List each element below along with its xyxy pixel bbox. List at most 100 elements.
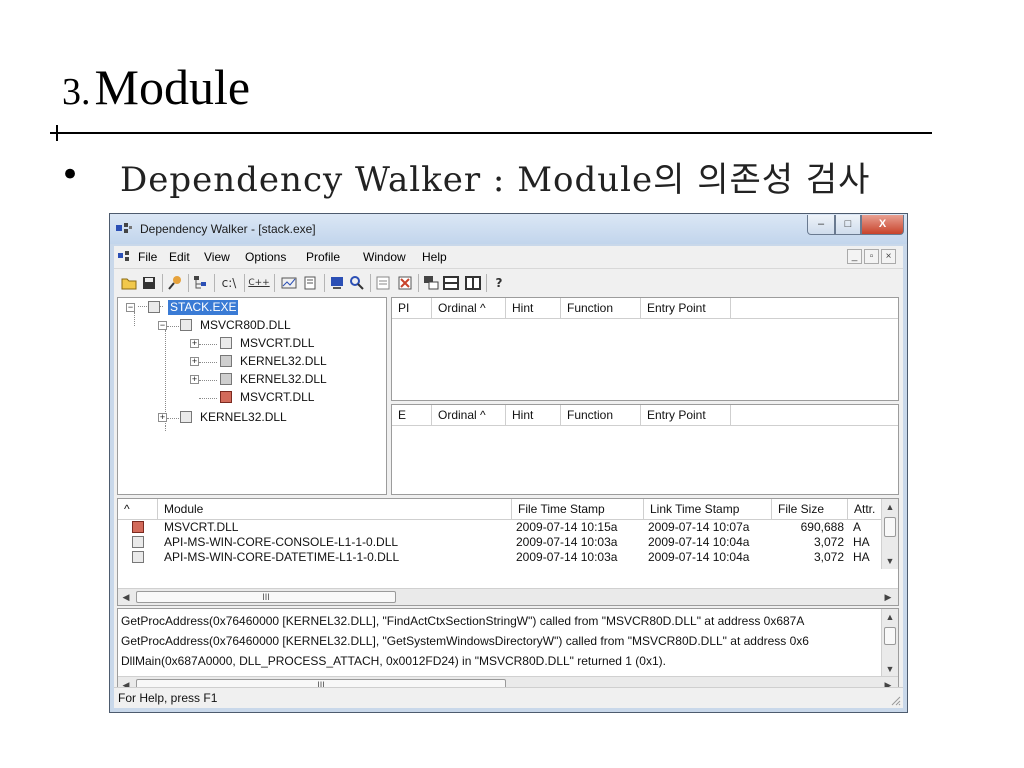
mdi-restore-button[interactable]: ▫: [864, 249, 879, 264]
table-row[interactable]: API-MS-WIN-CORE-DATETIME-L1-1-0.DLL 2009…: [118, 550, 883, 565]
toolbar-separator: [244, 274, 245, 292]
imports-pane[interactable]: PI Ordinal ^ Hint Function Entry Point: [391, 297, 899, 401]
highlight-icon[interactable]: [396, 274, 414, 292]
expand-icon[interactable]: +: [190, 357, 199, 366]
log-line: GetProcAddress(0x76460000 [KERNEL32.DLL]…: [121, 614, 805, 628]
maximize-button[interactable]: □: [835, 215, 861, 235]
menu-view[interactable]: View: [204, 250, 230, 264]
split-v-icon[interactable]: [464, 274, 482, 292]
exports-pane[interactable]: E Ordinal ^ Hint Function Entry Point: [391, 404, 899, 495]
document-icon[interactable]: [118, 251, 132, 263]
col-entry-point[interactable]: Entry Point: [641, 298, 731, 318]
col-attr[interactable]: Attr.: [848, 499, 883, 519]
toolbar-separator: [162, 274, 163, 292]
path-icon[interactable]: c:\: [218, 274, 240, 292]
collapse-icon[interactable]: −: [126, 303, 135, 312]
col-hint[interactable]: Hint: [506, 405, 561, 425]
save-icon[interactable]: [140, 274, 158, 292]
module-list-vscroll[interactable]: ▲ ▼: [881, 499, 898, 569]
file-time-stamp: 2009-07-14 10:03a: [516, 550, 618, 564]
col-function[interactable]: Function: [561, 298, 641, 318]
menu-bar: File Edit View Options Profile Window He…: [114, 246, 903, 268]
title-rule: [50, 132, 932, 134]
scroll-down-icon[interactable]: ▼: [882, 553, 898, 569]
toolbar-separator: [214, 274, 215, 292]
cpp-icon[interactable]: C++: [248, 274, 270, 292]
scroll-up-icon[interactable]: ▲: [882, 499, 898, 515]
scroll-right-icon[interactable]: ▶: [880, 589, 896, 605]
dependency-walker-window: Dependency Walker - [stack.exe] – □ X Fi…: [109, 213, 908, 713]
tree-item-label: KERNEL32.DLL: [200, 410, 287, 424]
module-list[interactable]: ^ Module File Time Stamp Link Time Stamp…: [117, 498, 899, 606]
warning-module-icon: [132, 521, 144, 533]
scroll-left-icon[interactable]: ◀: [118, 589, 134, 605]
expand-icon[interactable]: +: [158, 413, 167, 422]
col-module[interactable]: Module: [158, 499, 512, 519]
table-row[interactable]: API-MS-WIN-CORE-CONSOLE-L1-1-0.DLL 2009-…: [118, 535, 883, 550]
minimize-button[interactable]: –: [807, 215, 835, 235]
tree-item-label: KERNEL32.DLL: [240, 372, 327, 386]
link-time-stamp: 2009-07-14 10:04a: [648, 535, 750, 549]
module-icon[interactable]: [328, 274, 346, 292]
col-function[interactable]: Function: [561, 405, 641, 425]
col-file-size[interactable]: File Size: [772, 499, 848, 519]
module-list-hscroll[interactable]: ◀ III ▶: [118, 588, 898, 605]
tree-icon[interactable]: [192, 274, 210, 292]
mdi-close-button[interactable]: ×: [881, 249, 896, 264]
table-row[interactable]: MSVCRT.DLL 2009-07-14 10:15a 2009-07-14 …: [118, 520, 883, 535]
tree-item-label: MSVCRT.DLL: [240, 336, 315, 350]
col-pi[interactable]: PI: [392, 298, 432, 318]
menu-file[interactable]: File: [138, 250, 157, 264]
scroll-up-icon[interactable]: ▲: [882, 609, 898, 625]
close-button[interactable]: X: [861, 215, 904, 235]
col-ordinal[interactable]: Ordinal ^: [432, 298, 506, 318]
col-ordinal[interactable]: Ordinal ^: [432, 405, 506, 425]
mdi-minimize-button[interactable]: _: [847, 249, 862, 264]
log-vscroll[interactable]: ▲ ▼: [881, 609, 898, 677]
menu-profile[interactable]: Profile: [306, 250, 340, 264]
tree-item-label: STACK.EXE: [168, 300, 239, 315]
expand-icon[interactable]: +: [190, 339, 199, 348]
attributes: HA: [853, 535, 870, 549]
col-sort[interactable]: ^: [118, 499, 158, 519]
tile-icon[interactable]: [422, 274, 440, 292]
col-e[interactable]: E: [392, 405, 432, 425]
list-icon[interactable]: [374, 274, 392, 292]
menu-window[interactable]: Window: [363, 250, 406, 264]
expand-icon[interactable]: +: [190, 375, 199, 384]
bullet-dot: •: [60, 155, 81, 195]
col-entry-point[interactable]: Entry Point: [641, 405, 731, 425]
log-line: GetProcAddress(0x76460000 [KERNEL32.DLL]…: [121, 634, 809, 648]
chart-icon[interactable]: [280, 274, 298, 292]
split-h-icon[interactable]: [442, 274, 460, 292]
properties-icon[interactable]: [302, 274, 320, 292]
scroll-down-icon[interactable]: ▼: [882, 661, 898, 677]
window-title: Dependency Walker - [stack.exe]: [140, 222, 316, 236]
toolbar-separator: [324, 274, 325, 292]
file-size: 3,072: [813, 535, 844, 549]
module-name: API-MS-WIN-CORE-CONSOLE-L1-1-0.DLL: [164, 535, 399, 549]
menu-edit[interactable]: Edit: [169, 250, 190, 264]
help-icon[interactable]: ?: [490, 274, 508, 292]
dll-module-icon: [180, 411, 192, 423]
col-hint[interactable]: Hint: [506, 298, 561, 318]
menu-options[interactable]: Options: [245, 250, 286, 264]
window-titlebar[interactable]: Dependency Walker - [stack.exe] – □ X: [110, 214, 907, 244]
col-link-time[interactable]: Link Time Stamp: [644, 499, 772, 519]
attributes: HA: [853, 550, 870, 564]
scroll-thumb[interactable]: [884, 517, 896, 537]
scroll-thumb[interactable]: [884, 627, 896, 645]
menu-help[interactable]: Help: [422, 250, 447, 264]
find-icon[interactable]: [166, 274, 184, 292]
scroll-thumb[interactable]: III: [136, 591, 396, 603]
module-tree[interactable]: − STACK.EXE − MSVCR80D.DLL + MSVCRT.DLL …: [117, 297, 387, 495]
collapse-icon[interactable]: −: [158, 321, 167, 330]
col-file-time[interactable]: File Time Stamp: [512, 499, 644, 519]
resize-grip-icon[interactable]: [889, 694, 901, 706]
tree-line: [134, 312, 135, 326]
search-icon[interactable]: [348, 274, 366, 292]
open-icon[interactable]: [120, 274, 138, 292]
status-text: For Help, press F1: [118, 691, 218, 705]
log-view[interactable]: GetProcAddress(0x76460000 [KERNEL32.DLL]…: [117, 608, 899, 694]
tree-item-label: MSVCRT.DLL: [240, 390, 315, 404]
